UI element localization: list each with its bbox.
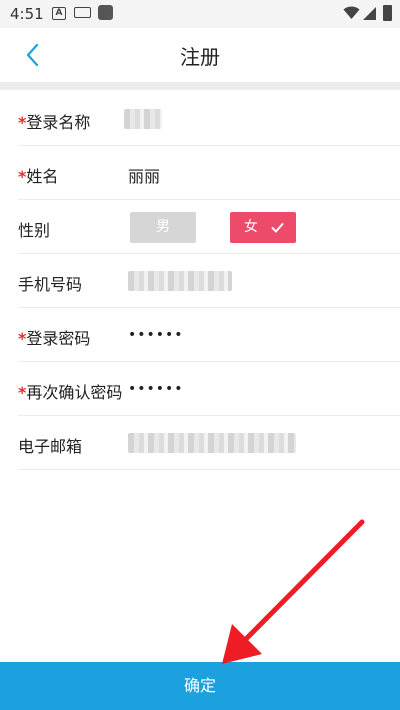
gender-female-button[interactable]: 女 [230, 212, 296, 243]
page-title: 注册 [180, 45, 220, 69]
confirm-button[interactable]: 确定 [0, 662, 400, 710]
email-row: 电子邮箱 [18, 416, 400, 470]
app-header: 注册 [0, 28, 400, 82]
battery-icon [383, 5, 392, 21]
password-label: *登录密码 [18, 329, 91, 348]
gender-label: 性别 [18, 221, 51, 240]
gender-row: 性别 男 女 [18, 200, 400, 254]
phone-label: 手机号码 [18, 275, 83, 294]
name-row: *姓名 丽丽 [18, 146, 400, 200]
keyboard-icon [74, 7, 91, 18]
status-time: 4:51 [10, 5, 44, 23]
email-field[interactable] [128, 433, 296, 453]
phone-field[interactable] [128, 271, 232, 291]
confirm-password-row: *再次确认密码 •••••• [18, 362, 400, 416]
name-label: *姓名 [18, 167, 59, 186]
password-field[interactable]: •••••• [128, 327, 184, 343]
login-name-label: *登录名称 [18, 113, 91, 132]
confirm-password-field[interactable]: •••••• [128, 381, 184, 397]
status-bar: 4:51 A [0, 0, 400, 28]
notification-square-icon [98, 5, 113, 20]
login-name-row: *登录名称 [18, 92, 400, 146]
confirm-password-label: *再次确认密码 [18, 383, 123, 402]
login-name-field[interactable] [124, 109, 162, 129]
checkmark-icon [271, 223, 284, 233]
password-row: *登录密码 •••••• [18, 308, 400, 362]
name-field[interactable]: 丽丽 [128, 163, 160, 187]
gender-male-button[interactable]: 男 [130, 212, 196, 243]
gender-female-label: 女 [244, 219, 258, 235]
header-divider [0, 82, 400, 90]
wifi-icon [343, 6, 360, 19]
signal-icon [363, 7, 376, 20]
notification-a-icon: A [52, 7, 66, 20]
email-label: 电子邮箱 [18, 437, 83, 456]
phone-row: 手机号码 [18, 254, 400, 308]
